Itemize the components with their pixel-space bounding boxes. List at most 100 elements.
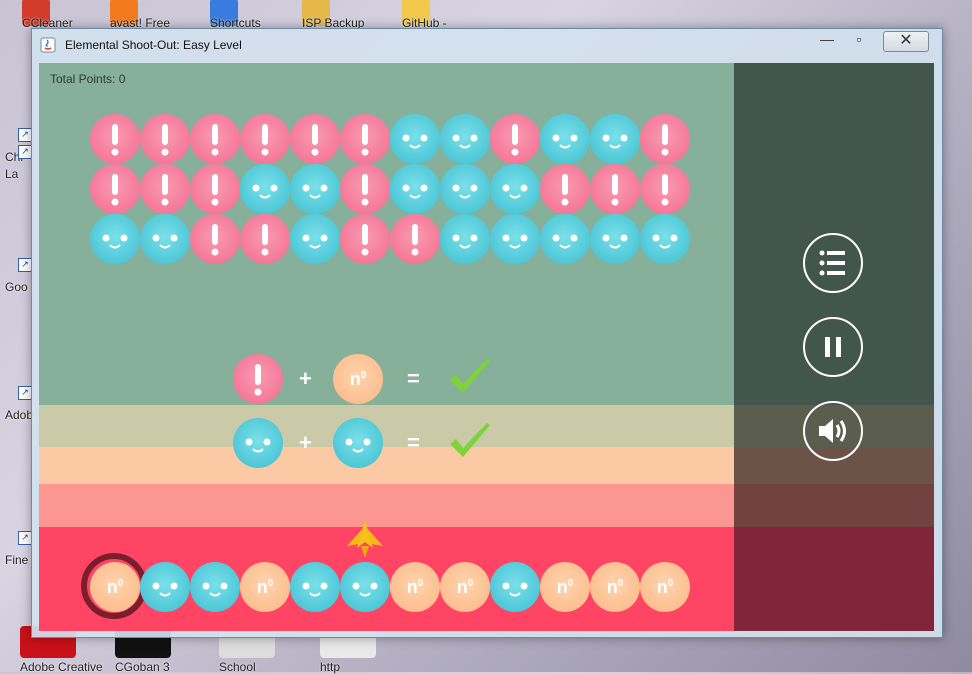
speaker-icon <box>819 419 846 443</box>
grid-blue-ball <box>490 214 540 264</box>
game-canvas[interactable]: Total Points: 0 + n0 = + = n0 n0 n0 n0 n0 n0 n0 <box>39 63 934 631</box>
hint-red-ball <box>233 354 283 404</box>
exclamation-icon <box>211 224 219 256</box>
grid-red-ball <box>140 114 190 164</box>
grid-blue-ball <box>440 214 490 264</box>
smiley-face-icon <box>352 582 378 597</box>
sound-button[interactable] <box>803 401 863 461</box>
grid-red-ball <box>190 114 240 164</box>
smiley-face-icon <box>152 582 178 597</box>
equals-sign: = <box>407 366 420 391</box>
smiley-face-icon <box>152 234 178 249</box>
smiley-face-icon <box>602 234 628 249</box>
exclamation-icon <box>261 224 269 256</box>
grid-red-ball <box>590 164 640 214</box>
maximize-button[interactable]: ▫ <box>846 31 872 50</box>
pause-button[interactable] <box>803 317 863 377</box>
grid-blue-ball <box>540 114 590 164</box>
grid-blue-ball <box>290 214 340 264</box>
grid-red-ball <box>190 164 240 214</box>
grid-red-ball <box>140 164 190 214</box>
grid-blue-ball <box>590 214 640 264</box>
exclamation-icon <box>211 124 219 156</box>
exclamation-icon <box>661 174 669 206</box>
window-title: Elemental Shoot-Out: Easy Level <box>65 38 242 52</box>
plus-sign: + <box>299 366 312 391</box>
queue-orange-ball: n0 <box>390 562 440 612</box>
smiley-face-icon <box>302 234 328 249</box>
grid-blue-ball <box>290 164 340 214</box>
desktop-icon-label[interactable]: La <box>5 167 18 181</box>
grid-red-ball <box>640 164 690 214</box>
hint-blue-ball <box>233 418 283 468</box>
grid-red-ball <box>90 164 140 214</box>
grid-red-ball <box>90 114 140 164</box>
check-icon <box>447 358 493 403</box>
menu-list-icon <box>819 250 845 276</box>
ball-label: n0 <box>256 577 274 597</box>
desktop-icon-label[interactable]: Goo <box>5 280 28 294</box>
shortcut-arrow-icon: ↗ <box>18 386 32 400</box>
grid-blue-ball <box>240 164 290 214</box>
ball-label: n0 <box>656 577 674 597</box>
exclamation-icon <box>161 174 169 206</box>
minimize-button[interactable]: — <box>814 31 840 50</box>
grid-blue-ball <box>390 114 440 164</box>
queue-orange-ball: n0 <box>440 562 490 612</box>
smiley-face-icon <box>452 234 478 249</box>
queue-orange-ball: n0 <box>90 562 140 612</box>
smiley-face-icon <box>202 582 228 597</box>
exclamation-icon <box>261 124 269 156</box>
shortcut-arrow-icon: ↗ <box>18 145 32 159</box>
queue-blue-ball <box>290 562 340 612</box>
sidebar <box>734 63 934 631</box>
grid-red-ball <box>340 164 390 214</box>
grid-red-ball <box>340 114 390 164</box>
app-window: Elemental Shoot-Out: Easy Level — ▫ ✕ To… <box>31 28 943 638</box>
exclamation-icon <box>611 174 619 206</box>
smiley-face-icon <box>502 184 528 199</box>
grid-red-ball <box>490 114 540 164</box>
zone-band-2 <box>39 447 734 484</box>
smiley-face-icon <box>552 134 578 149</box>
queue-blue-ball <box>340 562 390 612</box>
aim-arrow-icon[interactable] <box>339 518 391 560</box>
queue-blue-ball <box>140 562 190 612</box>
grid-blue-ball <box>140 214 190 264</box>
smiley-face-icon <box>302 184 328 199</box>
shortcut-arrow-icon: ↗ <box>18 258 32 272</box>
smiley-face-icon <box>102 234 128 249</box>
title-bar[interactable]: Elemental Shoot-Out: Easy Level — ▫ ✕ <box>32 29 942 63</box>
ball-label: n0 <box>349 369 367 389</box>
smiley-face-icon <box>302 582 328 597</box>
exclamation-icon <box>111 124 119 156</box>
grid-blue-ball <box>90 214 140 264</box>
grid-red-ball <box>290 114 340 164</box>
exclamation-icon <box>361 124 369 156</box>
smiley-face-icon <box>552 234 578 249</box>
grid-red-ball <box>390 214 440 264</box>
grid-red-ball <box>340 214 390 264</box>
ball-label: n0 <box>406 577 424 597</box>
ball-label: n0 <box>456 577 474 597</box>
smiley-face-icon <box>452 134 478 149</box>
exclamation-icon <box>211 174 219 206</box>
menu-button[interactable] <box>803 233 863 293</box>
exclamation-icon <box>361 174 369 206</box>
smiley-face-icon <box>602 134 628 149</box>
desktop-icon-label[interactable]: Adob <box>5 408 33 422</box>
shortcut-arrow-icon: ↗ <box>18 531 32 545</box>
java-app-icon <box>40 37 56 53</box>
queue-orange-ball: n0 <box>240 562 290 612</box>
grid-blue-ball <box>540 214 590 264</box>
smiley-face-icon <box>502 234 528 249</box>
grid-blue-ball <box>390 164 440 214</box>
grid-red-ball <box>240 114 290 164</box>
grid-red-ball <box>640 114 690 164</box>
desktop-icon-label[interactable]: Fine <box>5 553 28 567</box>
hint-orange-ball: n0 <box>333 354 383 404</box>
grid-blue-ball <box>640 214 690 264</box>
close-button[interactable]: ✕ <box>883 31 929 52</box>
exclamation-icon <box>311 124 319 156</box>
exclamation-icon <box>561 174 569 206</box>
